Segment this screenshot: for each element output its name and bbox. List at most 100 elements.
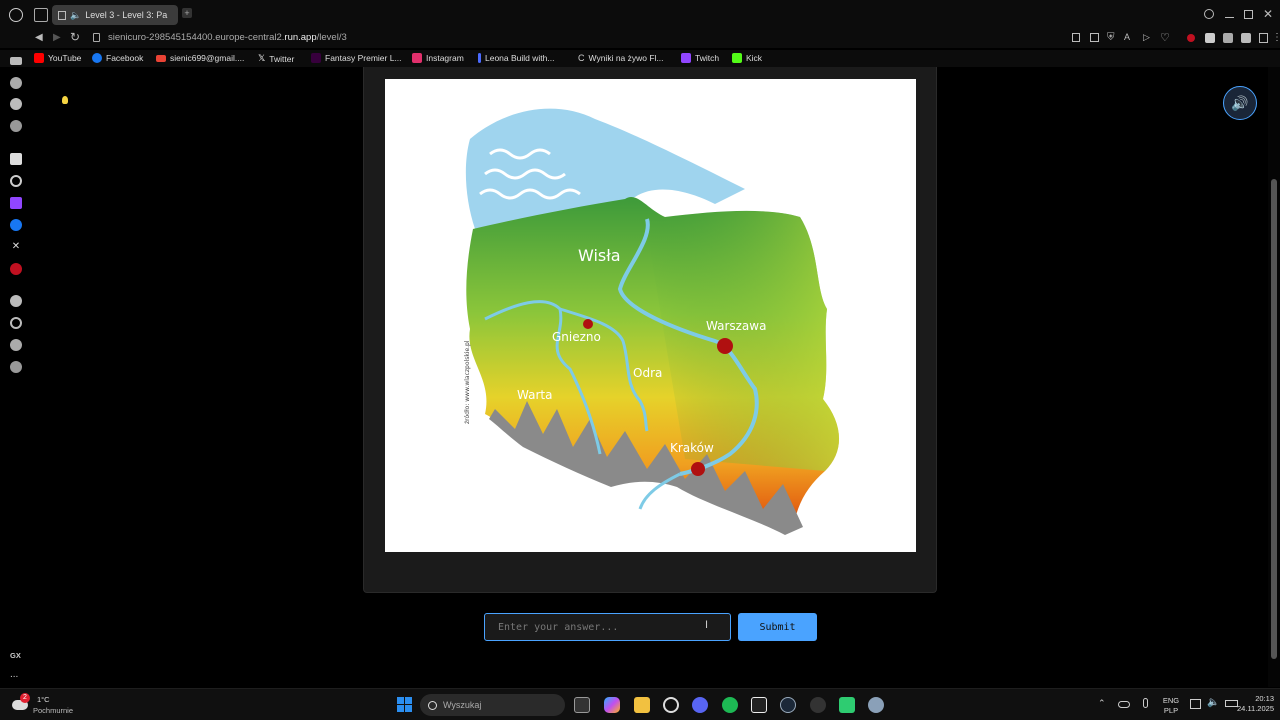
opera-gx-taskbar-icon[interactable] xyxy=(663,697,679,713)
copilot-icon[interactable] xyxy=(604,697,620,713)
bookmark-gmail[interactable]: sienic699@gmail.... xyxy=(156,53,244,63)
bookmark-instagram[interactable]: Instagram xyxy=(412,53,464,63)
gx-control-icon[interactable] xyxy=(10,57,22,65)
bookmark-label: Instagram xyxy=(426,53,464,63)
city-krakow xyxy=(691,462,705,476)
gx-settings-icon[interactable] xyxy=(10,120,22,132)
aria-icon[interactable] xyxy=(10,153,22,165)
url-path: /level/3 xyxy=(316,32,347,43)
more-button[interactable]: ... xyxy=(10,669,18,680)
tab-switcher-icon[interactable] xyxy=(34,8,48,22)
bookmark-label: Leona Build with... xyxy=(485,53,555,63)
answer-input[interactable] xyxy=(484,613,731,641)
heart-icon[interactable]: ♡ xyxy=(1160,31,1170,44)
gx-cleaner-icon[interactable] xyxy=(10,98,22,110)
onedrive-icon[interactable] xyxy=(1118,701,1130,708)
lock-icon xyxy=(93,33,100,42)
extensions-icon[interactable] xyxy=(10,339,22,351)
network-icon[interactable] xyxy=(1190,699,1201,709)
language-indicator[interactable]: ENG PLP xyxy=(1160,696,1182,716)
search-tabs-icon[interactable] xyxy=(1204,9,1214,19)
tray-chevron-icon[interactable]: ⌃ xyxy=(1098,698,1106,709)
submit-button[interactable]: Submit xyxy=(738,613,817,641)
speaker-icon: 🔊 xyxy=(1231,94,1249,111)
task-view-icon[interactable] xyxy=(574,697,590,713)
youtube-sidebar-icon[interactable] xyxy=(10,263,22,275)
translate-icon[interactable]: A xyxy=(1124,32,1130,42)
opera-gx-logo-icon[interactable] xyxy=(9,8,23,22)
label-gniezno: Gniezno xyxy=(552,330,601,344)
url-domain: run.app xyxy=(284,32,317,43)
windows-start-icon[interactable] xyxy=(397,697,412,712)
settings-taskbar-icon[interactable] xyxy=(868,697,884,713)
gx-label[interactable]: GX xyxy=(10,651,21,660)
bookmark-twitter[interactable]: 𝕏 Twitter xyxy=(258,53,294,64)
reload-icon[interactable]: ↻ xyxy=(70,30,80,44)
screenshot-icon[interactable] xyxy=(1090,33,1099,42)
new-tab-button[interactable]: + xyxy=(182,8,192,18)
file-explorer-icon[interactable] xyxy=(634,697,650,713)
bookmark-fantasy-premier[interactable]: Fantasy Premier L... xyxy=(311,53,402,63)
bookmark-youtube[interactable]: YouTube xyxy=(34,53,81,63)
scrollbar-thumb[interactable] xyxy=(1271,179,1277,659)
bookmark-label: Kick xyxy=(746,53,763,63)
bookmark-leona[interactable]: Leona Build with... xyxy=(478,53,554,63)
extension-icon-3[interactable] xyxy=(1241,33,1251,43)
forward-icon[interactable]: ▶ xyxy=(53,32,61,43)
menu-icon[interactable]: ⋮ xyxy=(1272,32,1280,43)
tab-level-3[interactable]: 🔈 Level 3 - Level 3: Pa xyxy=(52,5,178,25)
gx-taskbar-icon[interactable] xyxy=(810,697,826,713)
sticky-notes-icon[interactable] xyxy=(751,697,767,713)
url-field[interactable]: sienicuro-298545154400.europe-central2.r… xyxy=(108,32,347,43)
bookmark-label: sienic699@gmail.... xyxy=(170,53,245,63)
facebook-icon xyxy=(92,53,102,63)
sound-toggle-button[interactable]: 🔊 xyxy=(1223,86,1257,120)
minimize-icon[interactable] xyxy=(1225,17,1234,18)
play-icon[interactable]: ▷ xyxy=(1143,32,1150,43)
search-icon xyxy=(428,700,437,710)
taskbar-search[interactable]: Wyszukaj xyxy=(420,694,565,716)
steam-icon[interactable] xyxy=(780,697,796,713)
bookmark-twitch[interactable]: Twitch xyxy=(681,53,719,63)
weather-temp: 1°C xyxy=(37,695,50,704)
player-icon[interactable] xyxy=(10,295,22,307)
close-icon[interactable]: ✕ xyxy=(1263,7,1273,21)
instagram-icon xyxy=(412,53,422,63)
twitch-sidebar-icon[interactable] xyxy=(10,197,22,209)
weather-widget[interactable]: 2 1°C Pochmurnie xyxy=(10,693,90,717)
page-scrollbar[interactable] xyxy=(1268,67,1280,687)
volume-icon[interactable]: 🔈 xyxy=(1207,697,1219,708)
lightbulb-icon[interactable] xyxy=(62,96,68,104)
page-content: Wisła Gniezno Warszawa Odra Warta Kraków… xyxy=(32,67,1268,687)
history-icon[interactable] xyxy=(10,317,22,329)
back-icon[interactable]: ◀ xyxy=(35,32,43,43)
extension-red-icon[interactable] xyxy=(1187,34,1195,42)
bookmark-wyniki[interactable]: C Wyniki na żywo Fl... xyxy=(578,53,664,63)
flashscore-icon: C xyxy=(578,53,585,63)
microphone-icon[interactable] xyxy=(1143,698,1148,708)
spotify-icon[interactable] xyxy=(722,697,738,713)
extension-icon-1[interactable] xyxy=(1205,33,1215,43)
bookmark-kick[interactable]: Kick xyxy=(732,53,762,63)
x-sidebar-icon[interactable]: ✕ xyxy=(10,241,22,253)
bookmark-label: Fantasy Premier L... xyxy=(325,53,402,63)
messenger-icon[interactable] xyxy=(10,219,22,231)
settings-icon[interactable] xyxy=(10,361,22,373)
bookmark-label: Twitter xyxy=(269,53,295,64)
restore-icon[interactable] xyxy=(1244,10,1253,19)
extension-icon-2[interactable] xyxy=(1223,33,1233,43)
easy-setup-icon[interactable] xyxy=(1259,33,1268,43)
bookmark-facebook[interactable]: Facebook xyxy=(92,53,143,63)
chatgpt-icon[interactable] xyxy=(10,175,22,187)
speaker-icon[interactable]: 🔈 xyxy=(70,10,81,21)
snapshot-icon[interactable] xyxy=(1072,33,1080,42)
gx-corner-icon[interactable] xyxy=(10,77,22,89)
discord-icon[interactable] xyxy=(692,697,708,713)
label-warszawa: Warszawa xyxy=(706,319,766,333)
notes-app-icon[interactable] xyxy=(839,697,855,713)
shield-icon[interactable]: ⛨ xyxy=(1107,32,1115,43)
x-icon: 𝕏 xyxy=(258,53,266,63)
language-bottom: PLP xyxy=(1163,706,1179,715)
clock[interactable]: 20:13 24.11.2025 xyxy=(1226,694,1274,714)
clock-time: 20:13 xyxy=(1255,694,1274,703)
